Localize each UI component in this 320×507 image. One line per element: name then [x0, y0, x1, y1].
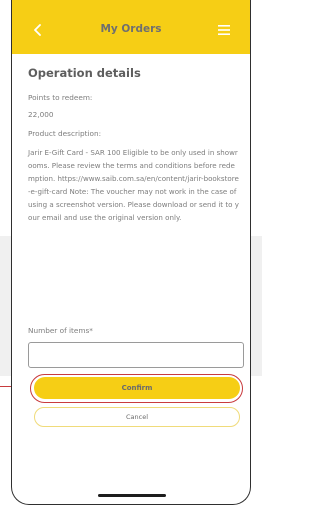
- hamburger-menu-icon: [218, 25, 230, 35]
- points-label: Points to redeem:: [28, 93, 93, 102]
- points-value: 22,000: [28, 110, 54, 119]
- operation-details: Operation details Points to redeem: 22,0…: [28, 66, 240, 232]
- items-label: Number of items*: [28, 326, 93, 335]
- confirm-highlight-ring: [30, 374, 243, 403]
- cancel-label: Cancel: [125, 413, 149, 421]
- phone-screen: My Orders Operation details Points to re…: [11, 0, 251, 505]
- items-input[interactable]: [28, 342, 244, 368]
- app-bar: My Orders: [12, 0, 250, 54]
- menu-button[interactable]: [212, 18, 236, 42]
- product-label: Product description:: [28, 129, 102, 138]
- product-description: Jarir E-Gift Card - SAR 100 Eligible to …: [28, 148, 239, 222]
- section-title: Operation details: [28, 66, 141, 80]
- home-indicator: [98, 494, 166, 497]
- cancel-button[interactable]: Cancel: [34, 407, 240, 427]
